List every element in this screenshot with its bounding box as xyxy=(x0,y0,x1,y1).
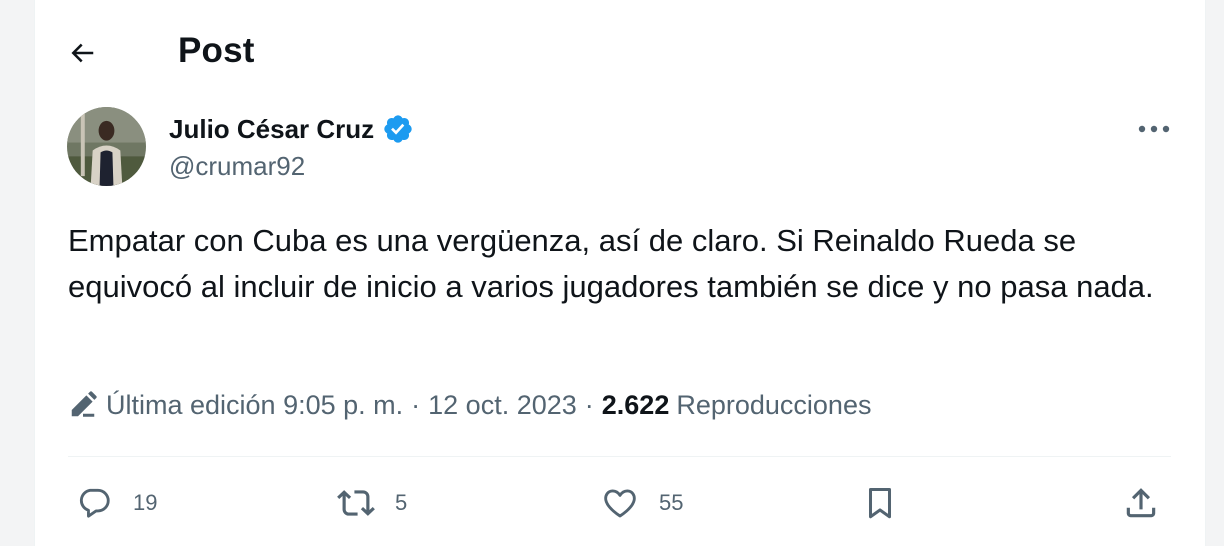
like-button[interactable]: 55 xyxy=(601,482,683,524)
author-name[interactable]: Julio César Cruz xyxy=(169,113,414,145)
reply-button[interactable]: 19 xyxy=(75,482,157,524)
page-title: Post xyxy=(178,31,255,70)
repost-icon xyxy=(337,490,375,516)
back-button[interactable] xyxy=(59,30,105,76)
more-horizontal-icon xyxy=(1138,125,1170,133)
bookmark-button[interactable] xyxy=(861,482,899,524)
post-text: Empatar con Cuba es una vergüenza, así d… xyxy=(68,223,1154,304)
pencil-icon xyxy=(71,391,97,417)
meta-separator: · xyxy=(411,389,421,420)
share-icon xyxy=(1126,488,1156,518)
more-options-button[interactable] xyxy=(1129,112,1179,146)
post-date[interactable]: 12 oct. 2023 xyxy=(428,390,577,421)
edited-link[interactable]: Última edición 9:05 p. m. xyxy=(106,390,403,421)
views-label: Reproducciones xyxy=(676,389,872,420)
verified-badge-icon xyxy=(384,115,412,143)
like-count: 55 xyxy=(659,490,684,515)
author-name-text: Julio César Cruz xyxy=(169,113,375,144)
author-handle[interactable]: @crumar92 xyxy=(169,151,305,182)
arrow-left-icon xyxy=(71,43,94,63)
repost-button[interactable]: 5 xyxy=(337,482,407,524)
post-detail-card: Post Julio César Cruz @crumar92 Empatar … xyxy=(34,0,1206,546)
repost-count: 5 xyxy=(395,490,408,515)
heart-icon xyxy=(604,489,636,518)
divider xyxy=(68,456,1171,457)
bookmark-icon xyxy=(868,488,892,519)
avatar[interactable] xyxy=(67,107,146,186)
post-meta: Última edición 9:05 p. m. · 12 oct. 2023… xyxy=(68,385,871,425)
meta-separator: · xyxy=(584,389,594,420)
views-count: 2.622 xyxy=(601,389,670,420)
reply-bubble-icon xyxy=(79,488,110,518)
reply-count: 19 xyxy=(133,490,158,515)
share-button[interactable] xyxy=(1122,482,1160,524)
